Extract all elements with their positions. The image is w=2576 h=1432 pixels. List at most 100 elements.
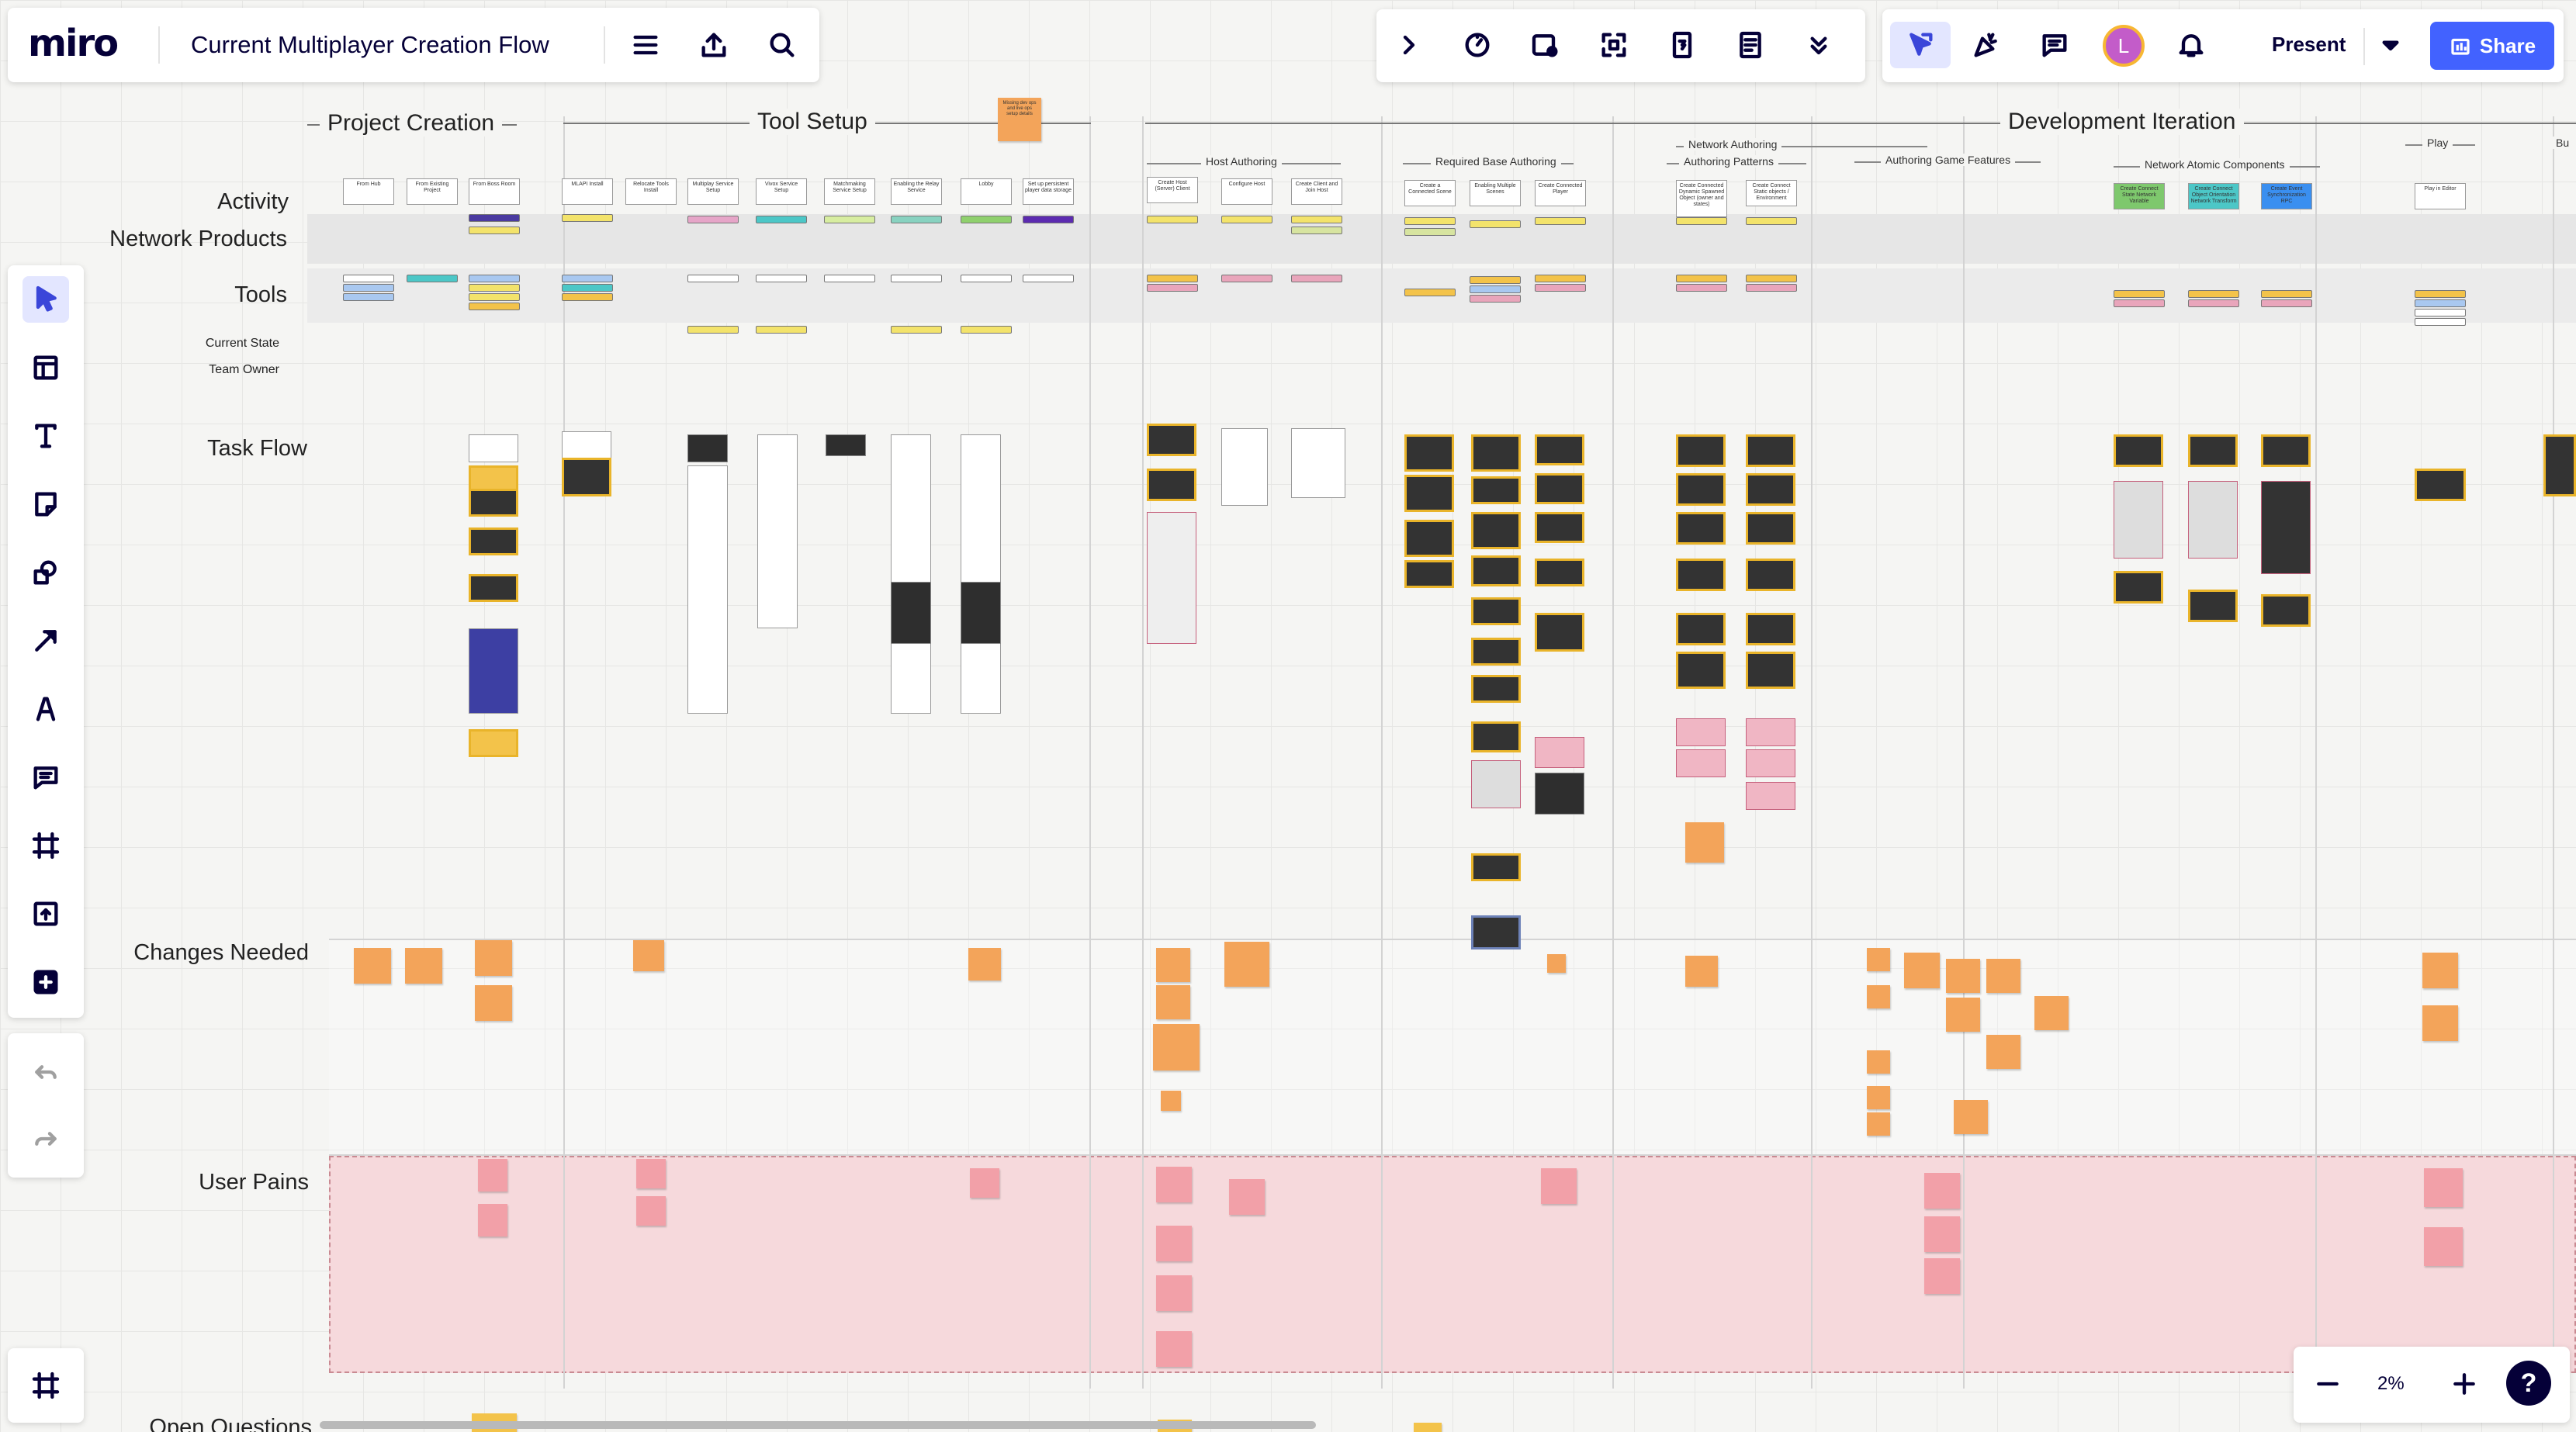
activity-card[interactable]: Create Host (Server) Client	[1147, 177, 1198, 203]
sticky-note[interactable]	[1547, 954, 1566, 973]
sticky-note[interactable]	[1414, 1423, 1442, 1432]
sticky-note[interactable]	[1867, 1050, 1890, 1074]
task-flow-screenshot[interactable]	[2188, 434, 2238, 467]
task-flow-screenshot[interactable]	[2188, 481, 2238, 559]
sticky-note[interactable]	[1946, 998, 1980, 1032]
task-flow-screenshot[interactable]	[1471, 915, 1521, 949]
sticky-note[interactable]	[1867, 1086, 1890, 1109]
sticky-note[interactable]	[1904, 953, 1940, 988]
focus-button[interactable]	[1591, 22, 1637, 68]
present-button[interactable]: Present	[2272, 33, 2346, 57]
board-title[interactable]: Current Multiplayer Creation Flow	[191, 31, 549, 59]
sticky-note-tool[interactable]	[23, 481, 69, 527]
sticky-note[interactable]	[405, 948, 442, 984]
activity-card[interactable]: Configure Host	[1221, 178, 1272, 205]
activity-card[interactable]: Enabling the Relay Service	[891, 178, 942, 205]
frames-list-button[interactable]	[23, 1362, 69, 1409]
activity-card[interactable]: Create Connected Player	[1535, 180, 1586, 206]
task-flow-screenshot[interactable]	[1404, 434, 1454, 472]
activity-card[interactable]: Enabling Multiple Scenes	[1470, 180, 1521, 206]
task-flow-screenshot[interactable]	[2261, 434, 2311, 467]
sticky-note[interactable]	[1867, 985, 1890, 1008]
sticky-note[interactable]	[2422, 953, 2458, 988]
frame-tool[interactable]	[23, 822, 69, 869]
task-flow-screenshot[interactable]	[2114, 434, 2163, 467]
sticky-note[interactable]	[2424, 1227, 2463, 1266]
task-flow-screenshot[interactable]	[1746, 782, 1795, 810]
sticky-note[interactable]	[1986, 959, 2020, 993]
task-flow-screenshot[interactable]	[1471, 675, 1521, 703]
task-flow-screenshot[interactable]	[469, 434, 518, 462]
sticky-note[interactable]	[1867, 948, 1890, 971]
task-flow-screenshot[interactable]	[469, 527, 518, 555]
sticky-note[interactable]	[1685, 956, 1718, 987]
activity-card[interactable]: Set up persistent player data storage	[1023, 178, 1074, 205]
undo-button[interactable]	[23, 1049, 69, 1095]
expand-toolbar-button[interactable]	[1386, 22, 1432, 68]
text-tool[interactable]	[23, 413, 69, 459]
activity-card[interactable]: Matchmaking Service Setup	[824, 178, 875, 205]
zoom-out-button[interactable]	[2304, 1361, 2351, 1407]
user-avatar[interactable]: L	[2103, 25, 2145, 67]
task-flow-screenshot[interactable]	[2261, 594, 2311, 627]
task-flow-screenshot[interactable]	[1676, 749, 1726, 777]
reactions-button[interactable]	[1963, 22, 2010, 68]
sticky-note[interactable]	[1946, 959, 1980, 993]
task-flow-screenshot[interactable]	[1676, 718, 1726, 746]
sticky-note[interactable]	[633, 940, 664, 971]
task-flow-screenshot[interactable]	[1471, 760, 1521, 808]
sticky-note[interactable]	[1924, 1173, 1960, 1209]
sticky-note[interactable]	[354, 948, 391, 984]
select-tool[interactable]	[23, 276, 69, 323]
task-flow-screenshot[interactable]	[469, 729, 518, 757]
task-flow-screenshot[interactable]	[1147, 512, 1196, 644]
sticky-note[interactable]	[1229, 1179, 1265, 1215]
task-flow-screenshot[interactable]	[2261, 481, 2311, 574]
task-flow-screenshot[interactable]	[687, 465, 728, 714]
task-flow-screenshot[interactable]	[1746, 718, 1795, 746]
sticky-note[interactable]	[1224, 942, 1269, 987]
sticky-note[interactable]	[1156, 1226, 1192, 1261]
task-flow-screenshot[interactable]	[1535, 559, 1584, 586]
zoom-in-button[interactable]	[2441, 1361, 2488, 1407]
task-flow-screenshot[interactable]	[1746, 434, 1795, 467]
task-flow-screenshot[interactable]	[1291, 428, 1345, 498]
templates-tool[interactable]	[23, 344, 69, 391]
activity-card[interactable]: Create Event Synchronization RPC	[2261, 183, 2312, 209]
help-button[interactable]: ?	[2506, 1361, 2551, 1406]
task-flow-screenshot[interactable]	[1471, 434, 1521, 472]
more-apps-tool[interactable]	[23, 959, 69, 1005]
task-flow-screenshot[interactable]	[1676, 434, 1726, 467]
task-flow-screenshot[interactable]	[1535, 613, 1584, 652]
task-flow-screenshot[interactable]	[1471, 476, 1521, 504]
sticky-note[interactable]	[2034, 996, 2069, 1030]
task-flow-screenshot[interactable]	[1676, 559, 1726, 591]
share-button[interactable]: Share	[2430, 22, 2554, 70]
task-flow-screenshot[interactable]	[1746, 613, 1795, 645]
whiteboard-canvas[interactable]: Activity Network Products Tools Current …	[0, 0, 2576, 1432]
countdown-button[interactable]	[1659, 22, 1705, 68]
sticky-note[interactable]	[1153, 1024, 1200, 1071]
sticky-note[interactable]	[1924, 1216, 1960, 1252]
task-flow-screenshot[interactable]	[1535, 773, 1584, 815]
task-flow-screenshot[interactable]	[1676, 473, 1726, 506]
video-chat-button[interactable]	[1522, 22, 1569, 68]
sticky-note[interactable]	[2424, 1168, 2463, 1207]
redo-button[interactable]	[23, 1116, 69, 1162]
comments-button[interactable]	[2031, 22, 2078, 68]
task-flow-screenshot[interactable]	[1746, 559, 1795, 591]
task-flow-screenshot[interactable]	[1676, 512, 1726, 545]
task-flow-screenshot[interactable]	[2543, 434, 2576, 496]
task-flow-screenshot[interactable]	[1676, 613, 1726, 645]
task-flow-screenshot[interactable]	[891, 582, 931, 644]
task-flow-screenshot[interactable]	[1404, 560, 1454, 588]
task-flow-screenshot[interactable]	[562, 431, 611, 459]
search-button[interactable]	[759, 22, 805, 68]
task-flow-screenshot[interactable]	[1471, 721, 1521, 752]
sticky-note[interactable]	[636, 1196, 666, 1226]
zoom-level[interactable]: 2%	[2377, 1373, 2405, 1395]
sticky-note[interactable]	[2422, 1005, 2458, 1041]
task-flow-screenshot[interactable]	[687, 434, 728, 462]
task-flow-screenshot[interactable]	[1147, 469, 1196, 501]
sticky-note[interactable]	[1156, 1167, 1192, 1202]
